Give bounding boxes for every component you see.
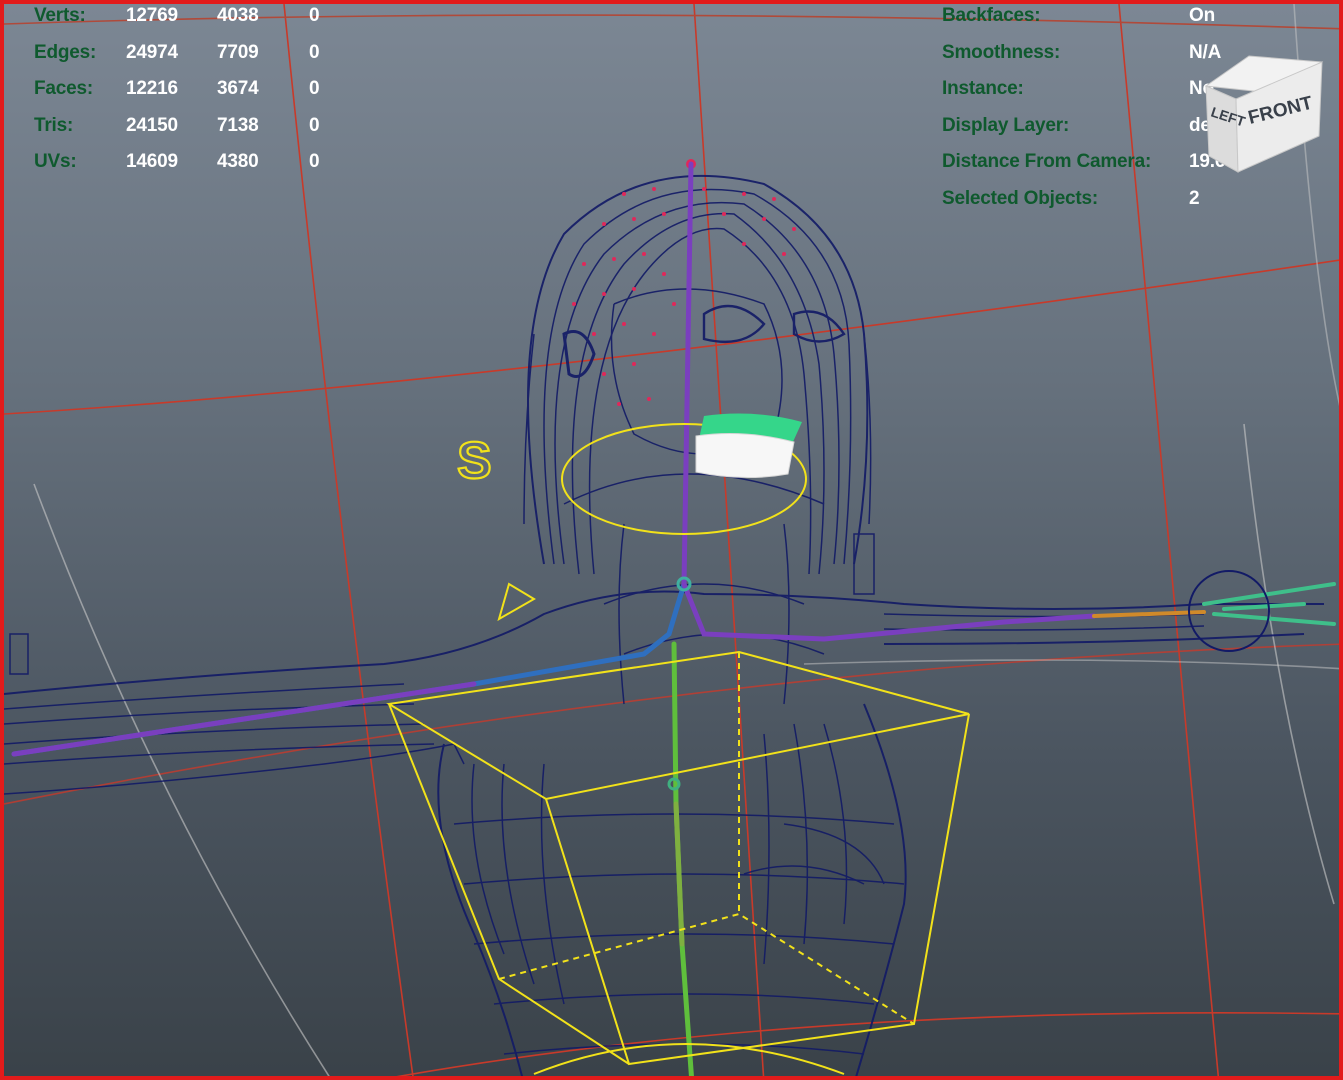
info-label: Backfaces: [942,5,1041,26]
view-cube-left-face[interactable] [1205,85,1239,173]
stat-value: 0 [309,151,320,172]
stat-value: 0 [309,78,320,99]
stat-label: Tris: [34,114,74,136]
stat-label: UVs: [34,151,77,172]
info-value: 2 [1189,187,1200,209]
info-label: Instance: [942,78,1024,99]
stat-value: 12769 [126,5,178,26]
info-label: Smoothness: [942,41,1061,63]
stat-value: 24974 [126,41,178,63]
view-cube[interactable]: FRONT LEFT [1194,44,1334,174]
mouth-selection[interactable] [695,413,802,479]
stat-label: Verts: [34,5,86,26]
stat-value: 7138 [217,114,259,136]
stat-value: 4038 [217,5,259,26]
stat-value: 14609 [126,151,178,172]
info-label: Display Layer: [942,114,1070,136]
info-label: Distance From Camera: [942,151,1152,172]
stat-value: 4380 [217,151,259,172]
stat-value: 0 [309,114,320,136]
stat-value: 0 [309,5,320,26]
skeleton-bones[interactable] [11,161,1336,1080]
stat-value: 24150 [126,114,178,136]
stat-value: 0 [309,41,320,63]
stat-value: 12216 [126,78,178,99]
stat-label: Faces: [34,78,94,99]
hair-joints [572,159,796,406]
maya-viewport[interactable]: S Verts: 12769 4038 0 Edges: 24974 7709 … [0,0,1343,1080]
stat-value: 3674 [217,78,259,99]
control-letter-s: S [457,432,492,490]
stat-value: 7709 [217,41,259,63]
info-label: Selected Objects: [942,187,1099,209]
info-value: On [1189,5,1215,26]
character-wireframe[interactable] [4,174,1324,1080]
stat-label: Edges: [34,41,97,63]
